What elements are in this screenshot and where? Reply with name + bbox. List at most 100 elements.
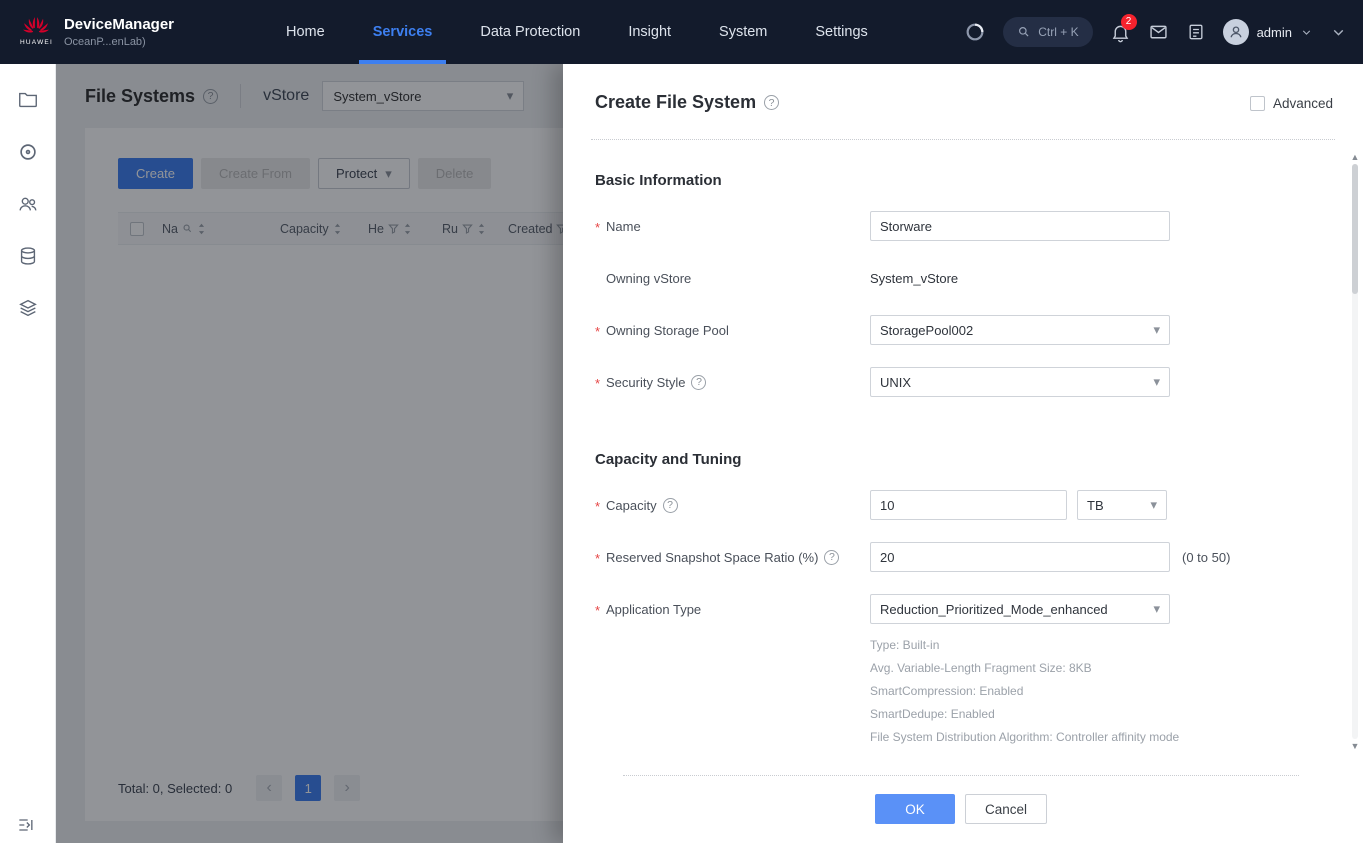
security-style-select[interactable]: UNIX <box>870 367 1170 397</box>
application-type-value: Reduction_Prioritized_Mode_enhanced <box>880 602 1108 617</box>
nav-data-protection[interactable]: Data Protection <box>456 0 604 64</box>
snapshot-ratio-hint: (0 to 50) <box>1182 550 1230 565</box>
brand: HUAWEI DeviceManager OceanP...enLab) <box>0 16 174 48</box>
navbar-actions: Ctrl + K 2 admin <box>964 0 1347 64</box>
left-sidebar <box>0 64 56 843</box>
nav-insight[interactable]: Insight <box>604 0 695 64</box>
dotted-divider <box>623 775 1299 776</box>
huawei-logo-icon: HUAWEI <box>20 17 53 47</box>
huawei-flower-icon <box>23 17 49 39</box>
name-label: Name <box>606 219 641 234</box>
scroll-up-arrow[interactable] <box>1351 152 1360 162</box>
info-type: Type: Built-in <box>870 634 1327 657</box>
sidebar-item-disc[interactable] <box>0 126 56 178</box>
owning-storage-pool-select[interactable]: StoragePool002 <box>870 315 1170 345</box>
security-style-value: UNIX <box>880 375 911 390</box>
scroll-down-arrow[interactable] <box>1351 741 1360 751</box>
drawer-footer: OK Cancel <box>595 794 1327 824</box>
advanced-checkbox[interactable] <box>1250 96 1265 111</box>
capacity-unit-select[interactable]: TB <box>1077 490 1167 520</box>
cancel-button[interactable]: Cancel <box>965 794 1047 824</box>
nav-home[interactable]: Home <box>262 0 349 64</box>
notification-badge: 2 <box>1121 14 1137 30</box>
user-icon <box>1227 23 1245 41</box>
database-icon <box>17 245 39 267</box>
sidebar-item-database[interactable] <box>0 230 56 282</box>
drawer-scrollbar <box>1350 152 1360 751</box>
messages-icon <box>1148 22 1169 43</box>
disc-icon <box>17 141 39 163</box>
device-name: OceanP...enLab) <box>64 36 174 48</box>
huawei-wordmark: HUAWEI <box>20 40 53 47</box>
scrollbar-track[interactable] <box>1352 164 1358 739</box>
owning-vstore-label: Owning vStore <box>606 271 691 286</box>
info-smartdedupe: SmartDedupe: Enabled <box>870 703 1327 726</box>
ok-button[interactable]: OK <box>875 794 955 824</box>
application-type-label: Application Type <box>606 602 701 617</box>
collapse-sidebar-button[interactable] <box>16 815 36 835</box>
nav-settings[interactable]: Settings <box>791 0 891 64</box>
sidebar-item-layers[interactable] <box>0 282 56 334</box>
application-type-info: Type: Built-in Avg. Variable-Length Frag… <box>870 634 1327 749</box>
capacity-row: Capacity TB <box>595 490 1327 520</box>
name-input[interactable] <box>870 211 1170 241</box>
app-title: DeviceManager <box>64 16 174 33</box>
user-menu[interactable]: admin <box>1223 19 1313 45</box>
nav-insight-label: Insight <box>628 24 671 40</box>
info-fragment-size: Avg. Variable-Length Fragment Size: 8KB <box>870 657 1327 680</box>
nav-services-label: Services <box>373 24 433 40</box>
users-icon <box>17 193 39 215</box>
owning-vstore-value: System_vStore <box>870 271 958 286</box>
global-search[interactable]: Ctrl + K <box>1003 17 1092 47</box>
nav-data-protection-label: Data Protection <box>480 24 580 40</box>
dotted-divider <box>591 139 1335 140</box>
owning-storage-pool-value: StoragePool002 <box>880 323 973 338</box>
nav-home-label: Home <box>286 24 325 40</box>
capacity-unit-value: TB <box>1087 498 1104 513</box>
basic-information-heading: Basic Information <box>595 172 1327 189</box>
capacity-input[interactable] <box>870 490 1067 520</box>
notifications-button[interactable]: 2 <box>1110 22 1131 43</box>
nav-system-label: System <box>719 24 767 40</box>
sidebar-item-folder[interactable] <box>0 74 56 126</box>
sidebar-item-users[interactable] <box>0 178 56 230</box>
info-smartcompression: SmartCompression: Enabled <box>870 680 1327 703</box>
report-icon <box>1186 22 1206 42</box>
help-icon[interactable] <box>691 375 706 390</box>
security-style-label: Security Style <box>606 375 685 390</box>
chevron-down-icon <box>1150 498 1157 512</box>
help-icon[interactable] <box>663 498 678 513</box>
snapshot-ratio-input[interactable] <box>870 542 1170 572</box>
chevron-down-icon <box>1153 375 1160 389</box>
folder-icon <box>17 89 39 111</box>
scrollbar-thumb[interactable] <box>1352 164 1358 294</box>
advanced-toggle[interactable]: Advanced <box>1250 96 1333 111</box>
username: admin <box>1257 25 1292 40</box>
main-nav: Home Services Data Protection Insight Sy… <box>262 0 892 64</box>
owning-vstore-row: Owning vStore System_vStore <box>595 263 1327 293</box>
application-type-select[interactable]: Reduction_Prioritized_Mode_enhanced <box>870 594 1170 624</box>
help-icon[interactable] <box>764 95 779 110</box>
name-row: Name <box>595 211 1327 241</box>
drawer-header: Create File System Advanced <box>563 64 1363 113</box>
navbar-chevron-down-icon[interactable] <box>1330 24 1347 41</box>
collapse-sidebar-icon <box>16 815 36 835</box>
messages-button[interactable] <box>1148 22 1169 43</box>
capacity-ring-icon[interactable] <box>964 21 986 43</box>
avatar <box>1223 19 1249 45</box>
nav-services[interactable]: Services <box>349 0 457 64</box>
chevron-down-icon <box>1153 602 1160 616</box>
tasks-button[interactable] <box>1186 22 1206 42</box>
help-icon[interactable] <box>824 550 839 565</box>
layers-icon <box>17 297 39 319</box>
create-file-system-drawer: Create File System Advanced Basic Inform… <box>563 64 1363 843</box>
info-distribution-algorithm: File System Distribution Algorithm: Cont… <box>870 726 1327 749</box>
capacity-tuning-heading: Capacity and Tuning <box>595 451 1327 468</box>
drawer-title-text: Create File System <box>595 92 756 113</box>
search-shortcut: Ctrl + K <box>1038 25 1078 39</box>
snapshot-ratio-label: Reserved Snapshot Space Ratio (%) <box>606 550 818 565</box>
capacity-label: Capacity <box>606 498 657 513</box>
drawer-body: Basic Information Name Owning vStore Sys… <box>563 172 1363 824</box>
chevron-down-icon <box>1300 26 1313 39</box>
nav-system[interactable]: System <box>695 0 791 64</box>
